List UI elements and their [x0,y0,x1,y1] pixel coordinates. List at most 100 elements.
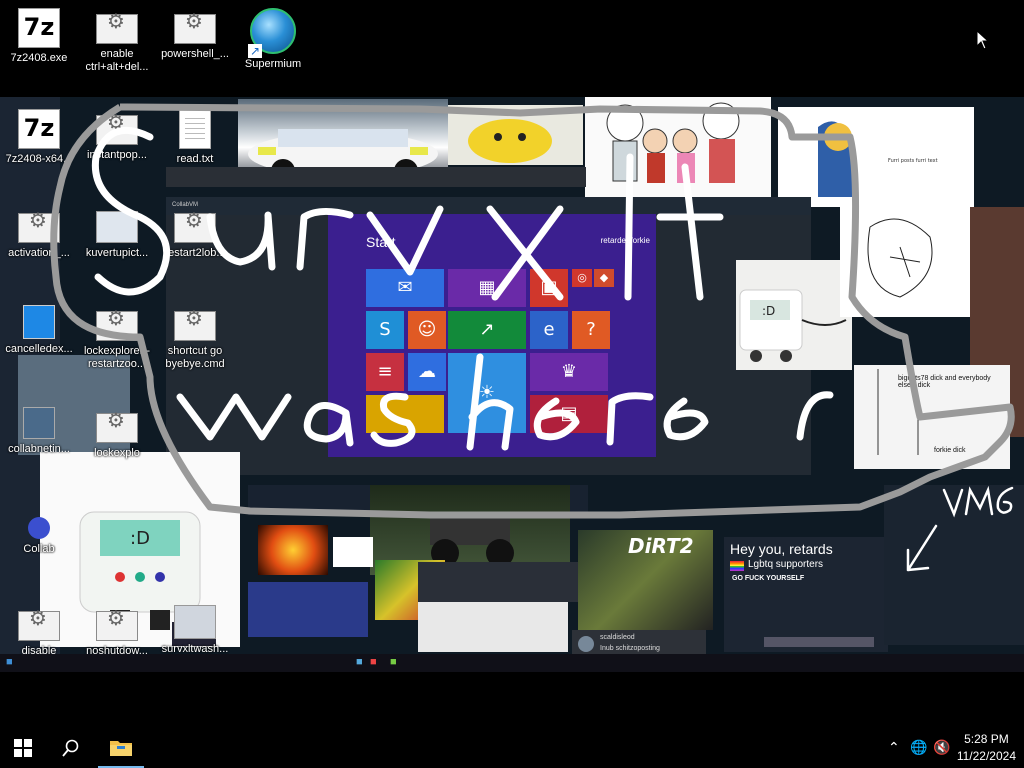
7zip-icon: 7z [18,8,60,48]
volume-muted-icon[interactable]: 🔇 [933,740,950,756]
stick-figure-sketch: bignuts78 dick and everybody else's dick… [854,365,1010,469]
cartoon-characters-image [585,97,771,197]
folder-icon [110,741,132,756]
mouse-cursor-icon [976,30,990,50]
inner-icon-activation[interactable]: activation_... [0,207,78,260]
taskbar: ⌃ 🌐 🔇 5:28 PM 11/22/2024 [0,728,1024,768]
inner-icon-collab[interactable]: Collab [0,507,78,556]
blue-cat-drawing: Furri posts furri text [778,107,974,207]
finance-tile-icon: ↗ [448,311,526,349]
cars-strip [418,562,578,602]
desktop-icon-label: lockexplo [94,447,140,459]
search-button[interactable] [48,728,94,768]
inner-icon-kuvertupict[interactable]: kuvertupict... [78,207,156,260]
script-icon [174,213,216,243]
small-thumbnail [333,537,373,567]
inner-icon-read-txt[interactable]: read.txt [156,109,234,166]
document-icon [23,305,55,339]
supermium-browser-icon [248,8,296,58]
nested-screenshot-collage: Furri posts furri text CollabVM Start re… [0,97,1024,672]
script-icon [18,213,60,243]
start-button[interactable] [0,728,46,768]
win8-user-name: retardedforkie [600,236,650,245]
windows-logo-icon [14,739,32,757]
people-tile-icon: ☺ [408,311,446,349]
inner-icon-7z2408-x64[interactable]: 7z 7z2408-x64... [0,109,78,166]
inner-icon-lockexplo[interactable]: lockexplo [78,407,156,460]
chat-user: scaldisleod [600,634,635,641]
taskbar-clock[interactable]: 5:28 PM 11/22/2024 [957,731,1016,765]
file-explorer-button[interactable] [98,728,144,768]
desktop-icon-supermium[interactable]: Supermium [234,8,312,71]
explosion-image [258,525,328,575]
photos-tile-icon: ▣ [530,269,568,307]
desktop-icon-label: 7z2408-x64... [5,153,73,165]
svg-text::D: :D [762,304,775,318]
dirt2-title: DiRT2 [628,534,694,558]
script-icon [96,611,138,641]
sketch-drawing [840,207,970,317]
script-icon [174,14,216,44]
image-file-icon [96,211,138,243]
search-icon [62,739,79,757]
meme-line: GO FUCK YOURSELF [732,575,805,582]
phone-ad [248,582,368,637]
music-tile-icon: ◎ [572,269,592,287]
desktop-icon-label: 7z2408.exe [10,52,68,64]
dirt2-cover-image: DiRT2 [578,530,713,630]
inner-icon-cancelledex[interactable]: cancelledex... [0,305,78,356]
mail-tile-icon: ✉ [366,269,444,307]
skype-tile-icon: S [366,311,404,349]
desktop-icon-7z2408[interactable]: 7z 7z2408.exe [0,8,78,65]
inner-icon-instantpop[interactable]: instantpop... [78,109,156,162]
desktop-icon-label: enable ctrl+alt+del... [85,48,149,73]
desktop-icon-enable-ctrl-alt-del[interactable]: enable ctrl+alt+del... [78,8,156,74]
inner-taskbar: ■ ■ ■ ■ [0,654,1024,672]
network-computer-icon [23,407,55,439]
inner-icon-collabnetin[interactable]: collabnetin... [0,407,78,456]
meme-title: Hey you, retards [730,541,833,557]
news-tile-icon: ≡ [366,353,404,391]
weather-tile-icon: ☀ [448,353,526,433]
svg-text:Furri posts furri text: Furri posts furri text [888,158,938,164]
inner-browser-tabbar [166,167,586,187]
meme-subtitle: Lgbtq supporters [748,559,824,570]
calendar-tile-icon: ▦ [448,269,526,307]
cars-photo [418,602,568,652]
help-tile-icon: ? [572,311,610,349]
games-tile-icon: ◆ [594,269,614,287]
robot-toy-photo: :D [736,260,852,370]
show-hidden-icons-chevron-icon[interactable]: ⌃ [888,740,900,756]
inner-icon-survxltwash[interactable]: survxltwash... [156,605,234,656]
inner-icon-lockexplorer[interactable]: lockexplorer - restartzoo... [78,305,156,371]
inner-browser-navbar: CollabVM [166,197,811,215]
pride-flag-icon [730,561,744,571]
image-file-icon [174,605,216,639]
inner-icon-noshutdown[interactable]: noshutdow... [78,605,156,658]
discord-icon [28,517,50,539]
desktop-icon-label: shortcut go byebye.cmd [165,345,225,370]
desktop-icon-label: powershell_... [161,48,229,60]
script-icon [96,14,138,44]
text-file-icon [179,109,211,149]
desktop-icon-label: cancelledex... [5,343,73,355]
desktop-icon-label: Collab [23,543,55,555]
inner-icon-restart2lob[interactable]: restart2lob... [156,207,234,260]
desktop-icon-label: instantpop... [87,149,147,161]
app-icon: ■ [356,656,363,668]
clock-time: 5:28 PM [964,732,1009,746]
script-icon [96,413,138,443]
meme-taskbar [764,637,874,647]
desktop-icon-powershell[interactable]: powershell_... [156,8,234,61]
meme-post: Hey you, retards Lgbtq supporters GO FUC… [724,537,888,652]
inner-icon-shortcut-byebye[interactable]: shortcut go byebye.cmd [156,305,234,371]
network-globe-icon[interactable]: 🌐 [910,740,927,756]
store-tile-icon: ▤ [530,395,608,433]
svg-text::D: :D [130,528,150,549]
desktop-icon-label: restart2lob... [164,247,226,259]
desktop-icon-label: Supermium [244,58,302,70]
desktop-icon-label: activation_... [8,247,70,259]
yellow-emoji-image [448,105,583,165]
script-icon [96,311,138,341]
script-icon [18,611,60,641]
